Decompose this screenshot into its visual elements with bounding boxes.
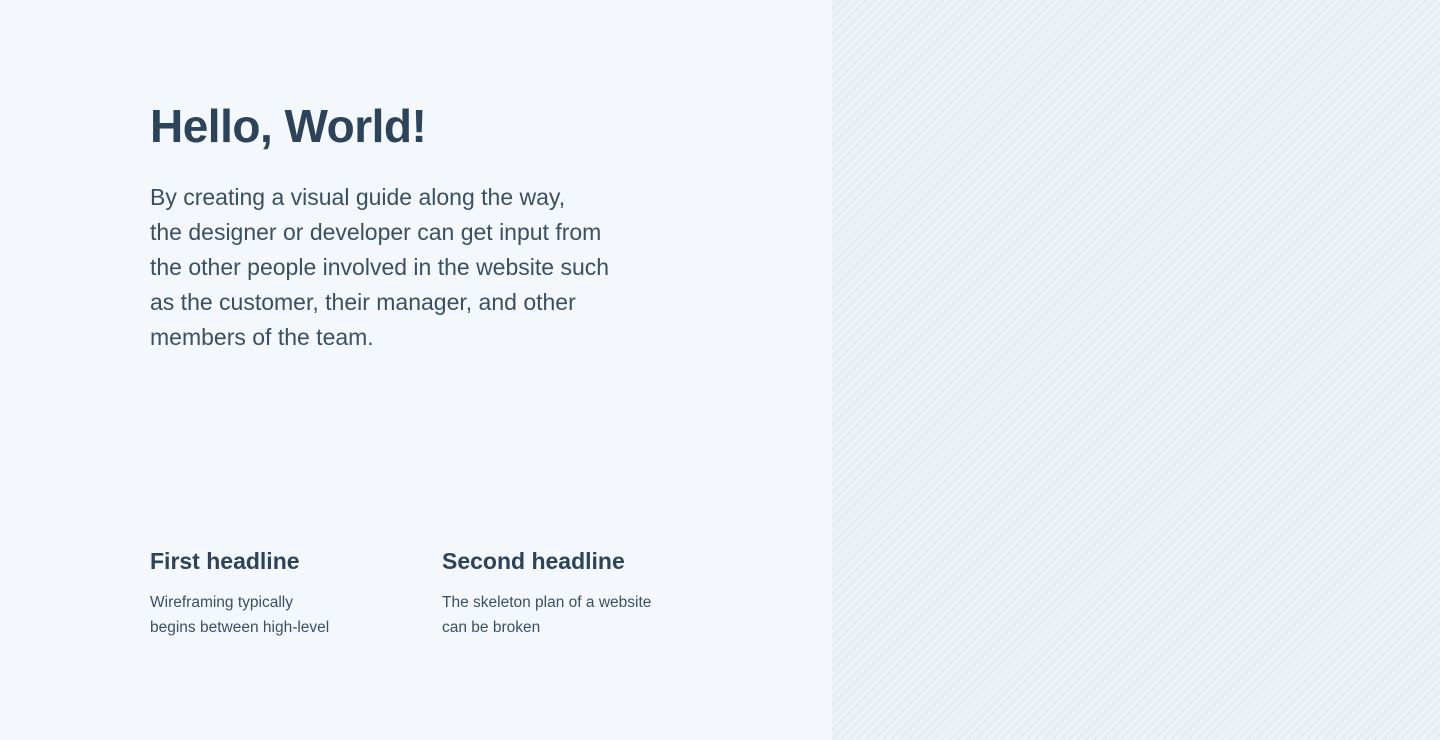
hero-title: Hello, World! bbox=[150, 100, 427, 152]
feature-text: The skeleton plan of a website can be br… bbox=[442, 594, 652, 636]
feature-headline: Second headline bbox=[442, 548, 625, 574]
feature-second: Second headline The skeleton plan of a w… bbox=[442, 544, 734, 640]
features-row: First headline Wireframing typically beg… bbox=[150, 544, 734, 640]
hero-body: By creating a visual guide along the way… bbox=[150, 184, 610, 350]
feature-text: Wireframing typically begins between hig… bbox=[150, 594, 330, 636]
diagonal-pattern-placeholder bbox=[832, 0, 1440, 740]
page: Hello, World! By creating a visual guide… bbox=[0, 0, 1440, 740]
content-column: Hello, World! By creating a visual guide… bbox=[0, 0, 832, 740]
hero-section: Hello, World! By creating a visual guide… bbox=[150, 96, 710, 355]
feature-first: First headline Wireframing typically beg… bbox=[150, 544, 442, 640]
feature-headline: First headline bbox=[150, 548, 300, 574]
